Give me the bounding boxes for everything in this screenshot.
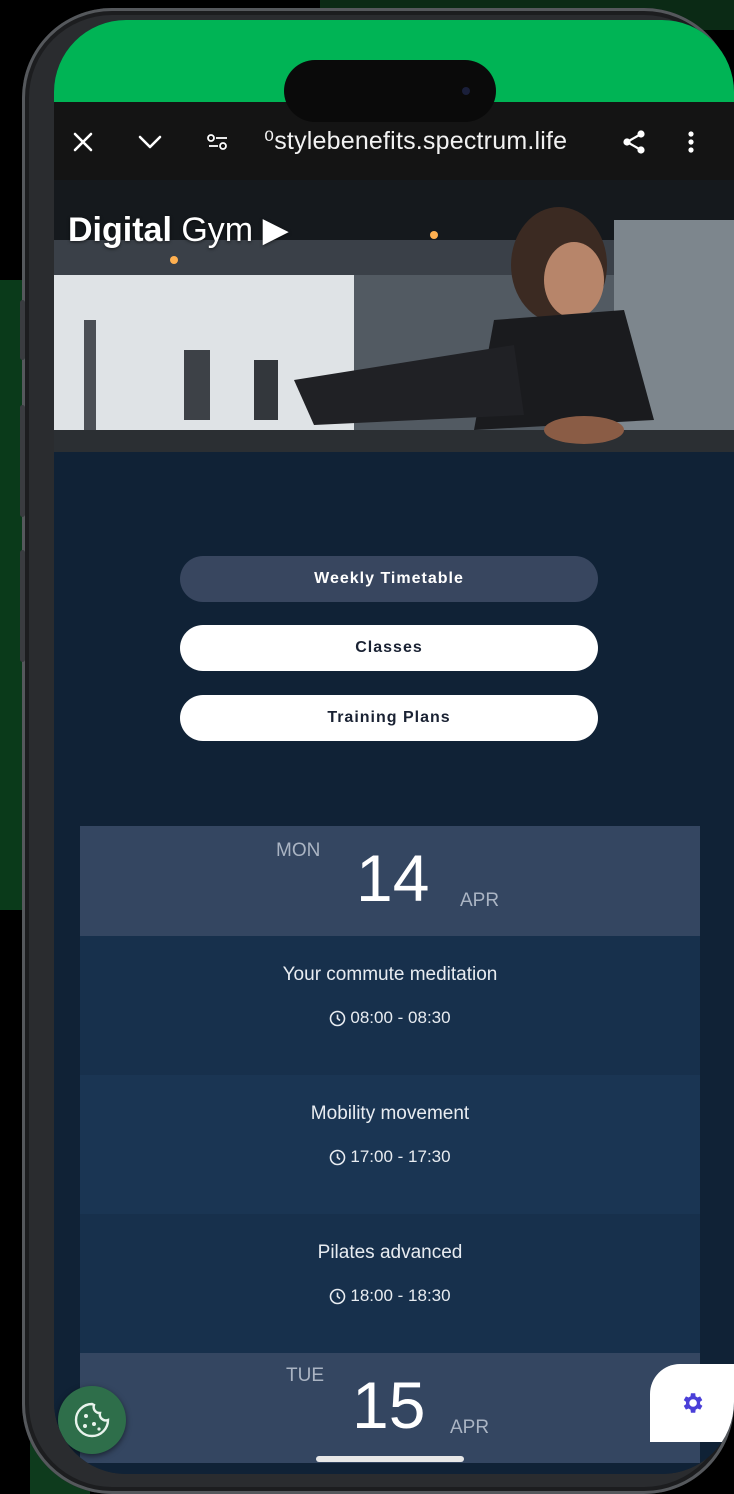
clock-icon bbox=[330, 1010, 346, 1026]
dynamic-island bbox=[284, 60, 496, 122]
month: APR bbox=[450, 1417, 490, 1438]
more-vert-icon[interactable] bbox=[684, 128, 698, 156]
gear-icon bbox=[683, 1393, 703, 1413]
classes-button[interactable]: Classes bbox=[180, 625, 598, 671]
main-content: Weekly Timetable Classes Training Plans … bbox=[54, 452, 734, 1474]
clock-icon bbox=[330, 1288, 346, 1304]
day-header: MON 14 APR bbox=[80, 826, 700, 936]
event-time: 18:00 - 18:30 bbox=[80, 1286, 700, 1306]
phone-volume-down-button bbox=[20, 550, 25, 662]
event-time-text: 08:00 - 08:30 bbox=[350, 1008, 451, 1027]
phone-action-button bbox=[20, 300, 25, 360]
event-time-text: 17:00 - 17:30 bbox=[350, 1147, 451, 1166]
accessibility-settings-button[interactable] bbox=[650, 1364, 734, 1442]
event-title: Pilates advanced bbox=[317, 1242, 463, 1263]
hero-banner: Digital Gym ▶ bbox=[54, 180, 734, 452]
month: APR bbox=[460, 890, 500, 911]
camera-dot bbox=[462, 87, 470, 95]
phone-volume-up-button bbox=[20, 405, 25, 517]
phone-screen: ⁰stylebenefits.spectrum.life Digital Gym… bbox=[54, 20, 734, 1474]
training-plans-button[interactable]: Training Plans bbox=[180, 695, 598, 741]
event-title: Your commute meditation bbox=[282, 964, 498, 985]
chevron-down-icon[interactable] bbox=[136, 129, 164, 155]
event-title: Mobility movement bbox=[310, 1103, 470, 1124]
day-number: 14 bbox=[356, 841, 430, 915]
event-time: 08:00 - 08:30 bbox=[80, 1008, 700, 1028]
hero-title-bold: Digital bbox=[68, 211, 172, 249]
day-number: 15 bbox=[352, 1368, 426, 1442]
hero-title: Digital Gym ▶ bbox=[68, 210, 289, 250]
share-icon[interactable] bbox=[620, 128, 648, 156]
day-of-week: TUE bbox=[286, 1365, 324, 1386]
tune-icon[interactable] bbox=[204, 130, 232, 154]
timetable: MON 14 APR Your commute meditation 08:00… bbox=[80, 826, 700, 1463]
clock-icon bbox=[330, 1149, 346, 1165]
weekly-timetable-button[interactable]: Weekly Timetable bbox=[180, 556, 598, 602]
hero-title-rest: Gym ▶ bbox=[171, 211, 289, 249]
day-header: TUE 15 APR bbox=[80, 1353, 700, 1463]
event-row[interactable]: Mobility movement 17:00 - 17:30 bbox=[80, 1075, 700, 1214]
event-time-text: 18:00 - 18:30 bbox=[350, 1286, 451, 1305]
event-row[interactable]: Your commute meditation 08:00 - 08:30 bbox=[80, 936, 700, 1075]
day-of-week: MON bbox=[276, 840, 321, 861]
cookie-icon bbox=[74, 1402, 110, 1438]
event-row[interactable]: Pilates advanced 18:00 - 18:30 bbox=[80, 1214, 700, 1353]
cookie-consent-button[interactable] bbox=[58, 1386, 126, 1454]
home-indicator[interactable] bbox=[316, 1456, 464, 1462]
close-icon[interactable] bbox=[70, 129, 96, 155]
event-time: 17:00 - 17:30 bbox=[80, 1147, 700, 1167]
